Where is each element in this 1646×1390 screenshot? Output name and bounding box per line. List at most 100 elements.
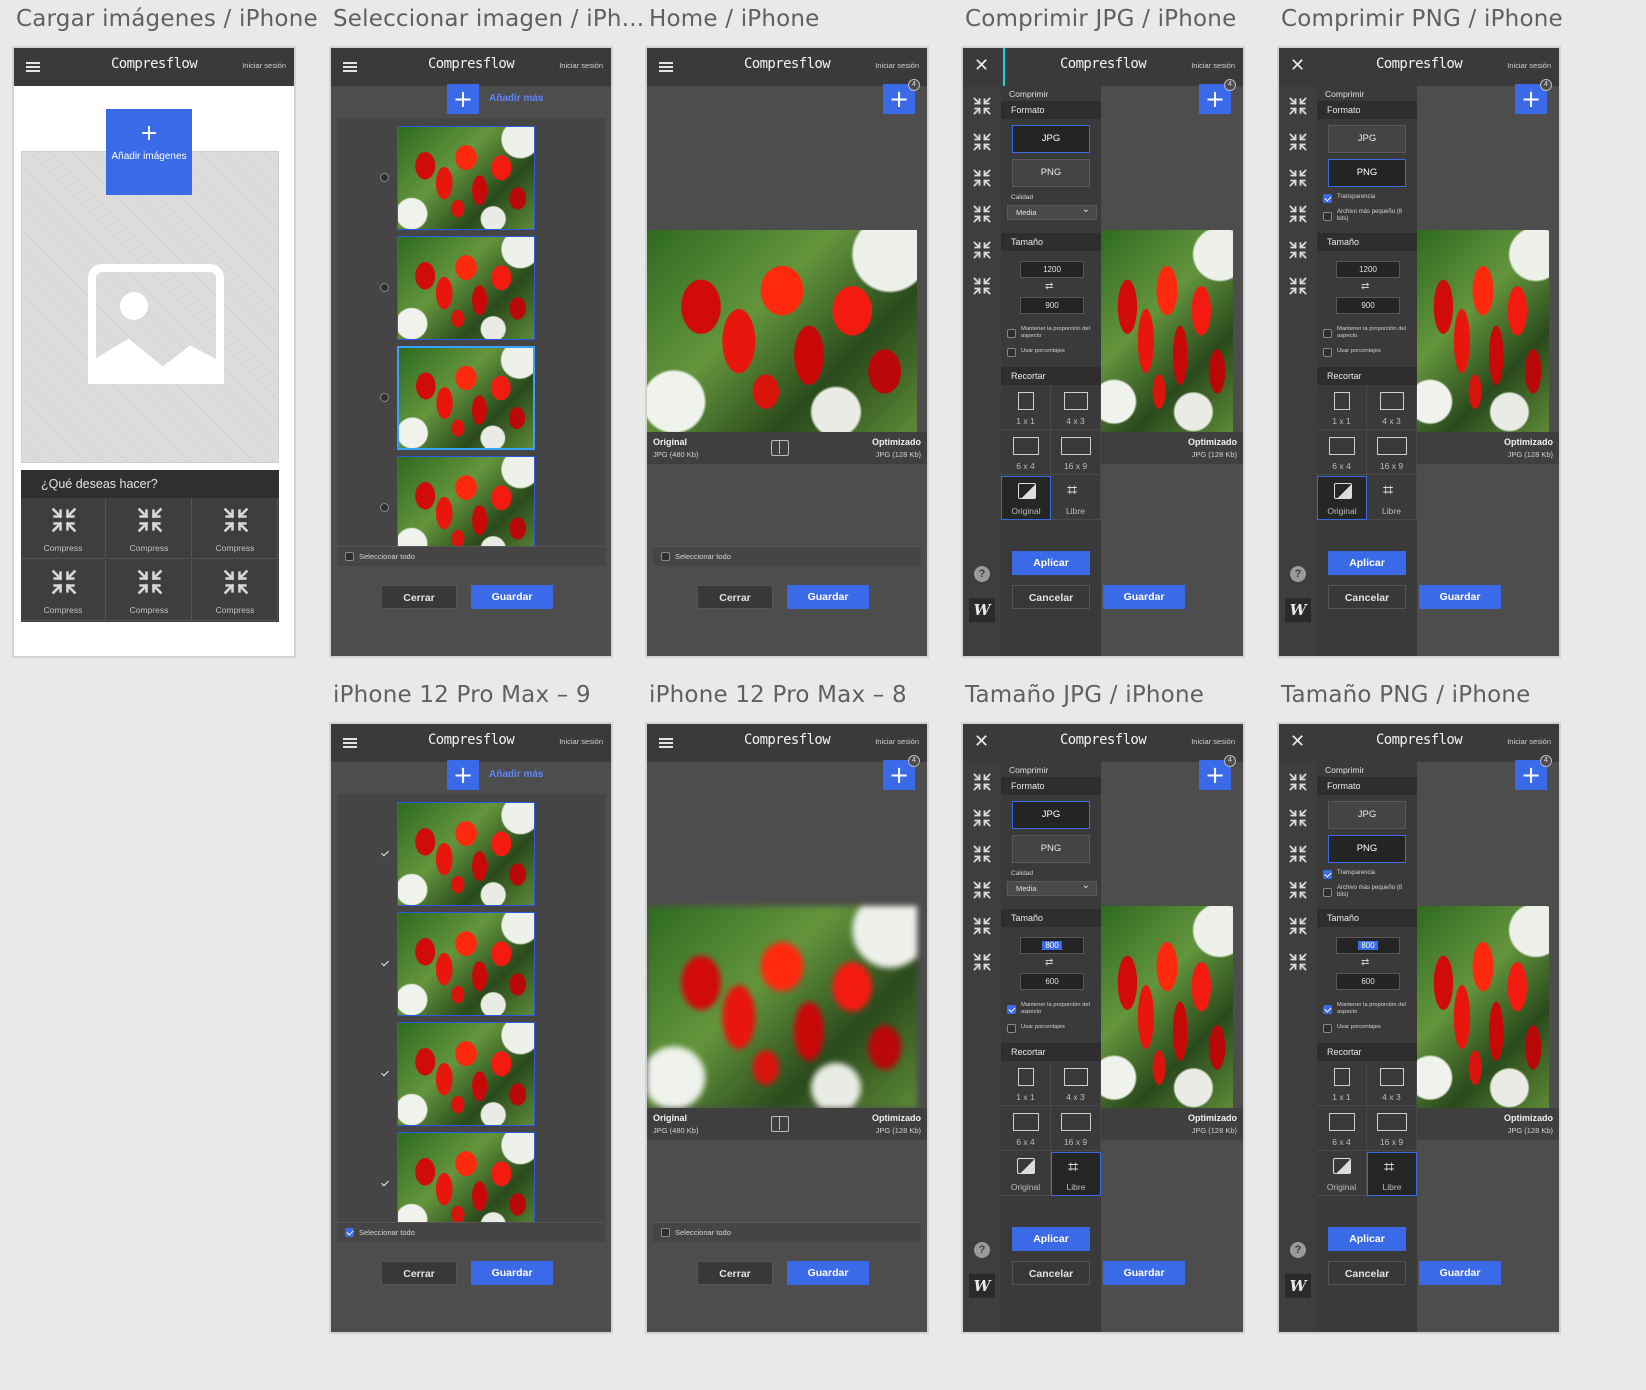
compare-split-icon[interactable] xyxy=(771,1116,789,1132)
image-select-checkbox[interactable] xyxy=(380,1069,389,1078)
close-button[interactable]: Cerrar xyxy=(381,1261,457,1285)
add-more-label[interactable]: Añadir más xyxy=(489,769,543,780)
hamburger-menu-icon[interactable] xyxy=(343,738,357,748)
transparency-checkbox[interactable] xyxy=(1323,194,1332,203)
compress-tool-icon[interactable] xyxy=(972,772,992,792)
apply-button[interactable]: Aplicar xyxy=(1328,551,1406,575)
compress-tool-icon[interactable] xyxy=(972,808,992,828)
close-button[interactable]: Cerrar xyxy=(381,585,457,609)
save-button[interactable]: Guardar xyxy=(787,1261,869,1285)
image-thumbnail[interactable] xyxy=(397,1022,535,1126)
crop-option[interactable]: 4 x 3 xyxy=(1367,1062,1417,1106)
add-more-button[interactable]: + xyxy=(447,760,479,790)
swap-dimensions-icon[interactable]: ⇄ xyxy=(1361,957,1369,968)
keep-ratio-checkbox[interactable] xyxy=(1323,329,1332,338)
save-button[interactable]: Guardar xyxy=(471,1261,553,1285)
use-percent-checkbox[interactable] xyxy=(1323,1024,1332,1033)
login-link[interactable]: Iniciar sesión xyxy=(1191,737,1235,746)
help-icon[interactable]: ? xyxy=(1290,566,1306,582)
compress-tool-icon[interactable] xyxy=(1288,952,1308,972)
height-input[interactable]: 900 xyxy=(1020,297,1084,314)
compress-tool-icon[interactable] xyxy=(1288,168,1308,188)
compress-tool-icon[interactable] xyxy=(1288,808,1308,828)
compress-tile[interactable]: Compress xyxy=(107,498,192,559)
image-placeholder[interactable] xyxy=(21,151,279,463)
compress-tool-icon[interactable] xyxy=(972,240,992,260)
swap-dimensions-icon[interactable]: ⇄ xyxy=(1045,957,1053,968)
use-percent-checkbox[interactable] xyxy=(1007,348,1016,357)
save-button[interactable]: Guardar xyxy=(1103,1261,1185,1285)
save-button[interactable]: Guardar xyxy=(787,585,869,609)
crop-option[interactable]: 16 x 9 xyxy=(1051,431,1101,475)
compress-tool-icon[interactable] xyxy=(1288,204,1308,224)
jpg-format-button[interactable]: JPG xyxy=(1328,801,1406,829)
cancel-button[interactable]: Cancelar xyxy=(1012,585,1090,609)
crop-option[interactable]: 16 x 9 xyxy=(1367,431,1417,475)
crop-option[interactable]: 4 x 3 xyxy=(1367,386,1417,430)
login-link[interactable]: Iniciar sesión xyxy=(242,61,286,70)
compress-tool-icon[interactable] xyxy=(972,880,992,900)
compress-tool-icon[interactable] xyxy=(972,276,992,296)
crop-option[interactable]: 16 x 9 xyxy=(1367,1107,1417,1151)
compress-tile[interactable]: Compress xyxy=(107,560,192,621)
compress-tool-icon[interactable] xyxy=(1288,880,1308,900)
cancel-button[interactable]: Cancelar xyxy=(1328,585,1406,609)
crop-option[interactable]: Original xyxy=(1317,476,1367,520)
crop-option[interactable]: 6 x 4 xyxy=(1001,431,1051,475)
compress-tile[interactable]: Compress xyxy=(21,498,106,559)
png-format-button[interactable]: PNG xyxy=(1328,159,1406,187)
compress-tool-icon[interactable] xyxy=(972,916,992,936)
image-thumbnail[interactable] xyxy=(397,346,535,450)
hamburger-menu-icon[interactable] xyxy=(659,738,673,748)
compress-tool-icon[interactable] xyxy=(1288,96,1308,116)
login-link[interactable]: Iniciar sesión xyxy=(875,737,919,746)
compress-tool-icon[interactable] xyxy=(972,168,992,188)
image-select-checkbox[interactable] xyxy=(380,849,389,858)
compress-tool-icon[interactable] xyxy=(972,96,992,116)
compress-tool-icon[interactable] xyxy=(1288,132,1308,152)
crop-option[interactable]: 1 x 1 xyxy=(1001,1062,1051,1106)
small-file-checkbox[interactable] xyxy=(1323,888,1332,897)
image-list-item[interactable] xyxy=(337,802,605,906)
crop-option[interactable]: 16 x 9 xyxy=(1051,1107,1101,1151)
image-select-checkbox[interactable] xyxy=(380,959,389,968)
image-thumbnail[interactable] xyxy=(397,912,535,1016)
compress-tool-icon[interactable] xyxy=(972,952,992,972)
hamburger-menu-icon[interactable] xyxy=(659,62,673,72)
crop-option[interactable]: 6 x 4 xyxy=(1317,431,1367,475)
compress-tool-icon[interactable] xyxy=(1288,240,1308,260)
help-icon[interactable]: ? xyxy=(1290,1242,1306,1258)
help-icon[interactable]: ? xyxy=(974,1242,990,1258)
small-file-checkbox[interactable] xyxy=(1323,212,1332,221)
login-link[interactable]: Iniciar sesión xyxy=(1507,61,1551,70)
width-input[interactable]: 1200 xyxy=(1336,261,1400,278)
login-link[interactable]: Iniciar sesión xyxy=(559,61,603,70)
image-thumbnail[interactable] xyxy=(397,126,535,230)
crop-option[interactable]: 1 x 1 xyxy=(1001,386,1051,430)
image-thumbnail[interactable] xyxy=(397,1132,535,1222)
jpg-format-button[interactable]: JPG xyxy=(1012,125,1090,153)
select-all-checkbox[interactable] xyxy=(661,552,670,561)
login-link[interactable]: Iniciar sesión xyxy=(1507,737,1551,746)
image-select-checkbox[interactable] xyxy=(380,503,389,512)
image-select-checkbox[interactable] xyxy=(380,173,389,182)
use-percent-checkbox[interactable] xyxy=(1007,1024,1016,1033)
height-input[interactable]: 600 xyxy=(1336,973,1400,990)
login-link[interactable]: Iniciar sesión xyxy=(1191,61,1235,70)
image-select-checkbox[interactable] xyxy=(380,283,389,292)
width-input[interactable]: 800 xyxy=(1020,937,1084,954)
compress-tool-icon[interactable] xyxy=(1288,276,1308,296)
image-thumbnail[interactable] xyxy=(397,236,535,340)
crop-option[interactable]: Original xyxy=(1317,1152,1367,1196)
crop-option[interactable]: ⌗ Libre xyxy=(1051,1152,1101,1196)
jpg-format-button[interactable]: JPG xyxy=(1012,801,1090,829)
keep-ratio-checkbox[interactable] xyxy=(1007,329,1016,338)
image-list-item[interactable] xyxy=(337,126,605,230)
image-list-item[interactable] xyxy=(337,1132,605,1222)
crop-option[interactable]: Original xyxy=(1001,1152,1051,1196)
image-list-item[interactable] xyxy=(337,912,605,1016)
crop-option[interactable]: 1 x 1 xyxy=(1317,1062,1367,1106)
add-more-button[interactable]: + xyxy=(447,84,479,114)
help-icon[interactable]: ? xyxy=(974,566,990,582)
compare-split-icon[interactable] xyxy=(771,440,789,456)
